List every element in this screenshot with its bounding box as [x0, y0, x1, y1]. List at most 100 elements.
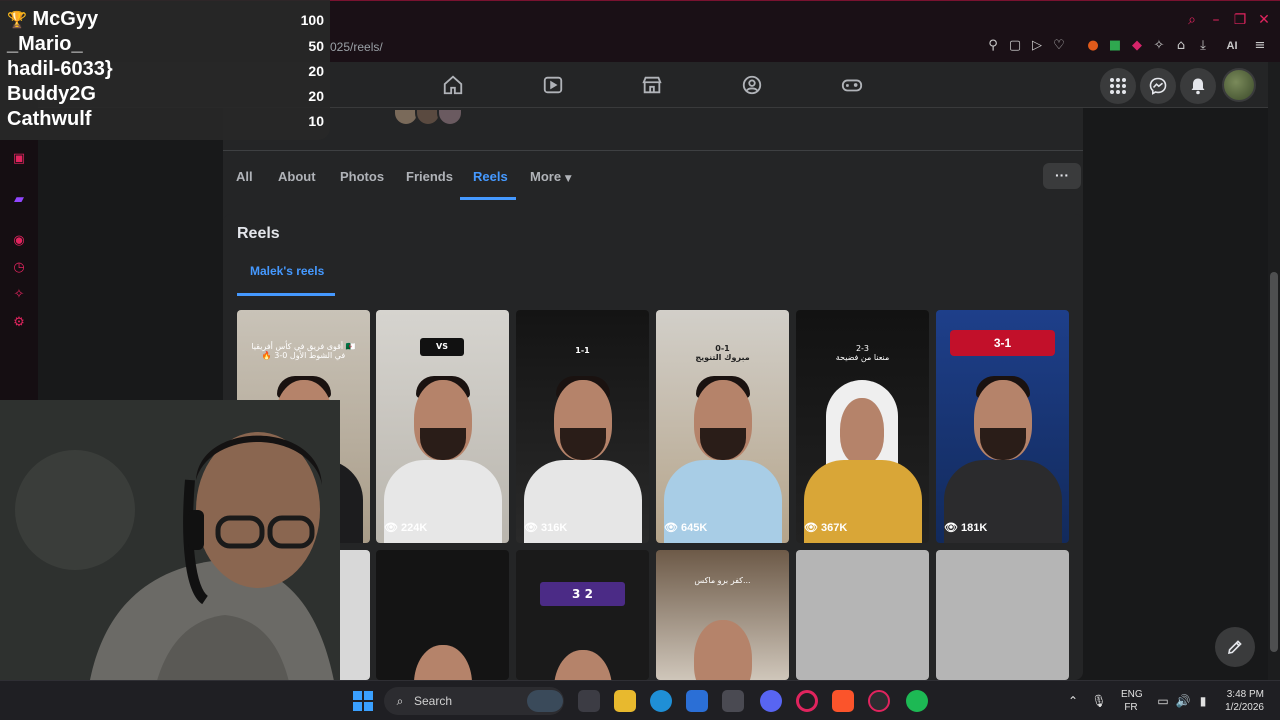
eye-icon: 👁: [664, 521, 678, 534]
language-indicator[interactable]: ENG FR: [1121, 688, 1143, 714]
opera-icon[interactable]: [796, 690, 818, 712]
reel-figure: [554, 650, 612, 680]
snapshot-icon[interactable]: ▢: [1007, 38, 1023, 54]
player-icon[interactable]: ◉: [10, 232, 28, 250]
shield-extension-icon[interactable]: ◆: [1129, 38, 1145, 54]
discord-icon[interactable]: [760, 690, 782, 712]
store-icon[interactable]: [686, 690, 708, 712]
eye-icon: 👁: [804, 521, 818, 534]
reel-views: 👁 181K: [944, 521, 987, 534]
heart-icon[interactable]: ♡: [1051, 38, 1067, 54]
tab-more-label: More: [530, 169, 562, 184]
app-icon[interactable]: [722, 690, 744, 712]
menu-icon[interactable]: ≡: [1252, 38, 1268, 54]
reel-tile[interactable]: 0-1 مبروك التنويج 👁 645K: [656, 310, 789, 543]
groups-icon[interactable]: [741, 74, 763, 96]
tab-friends[interactable]: Friends: [406, 169, 453, 184]
download-icon[interactable]: ⤓: [1195, 38, 1211, 54]
pin-icon[interactable]: ⚲: [985, 38, 1001, 54]
ai-icon[interactable]: AI: [1217, 38, 1247, 54]
reel-tile[interactable]: 3 2: [516, 550, 649, 680]
reel-view-count: 181K: [960, 522, 988, 534]
chevron-up-icon[interactable]: ⌃: [1065, 693, 1081, 709]
windows-taskbar: ⌕ Search ⌃ 🎙 ENG FR ▭ 🔊 ▮ 3:48 PM 1/2/2026: [0, 680, 1280, 720]
reel-tile[interactable]: 1-1 👁 316K: [516, 310, 649, 543]
spotify-icon[interactable]: [906, 690, 928, 712]
leaderboard-name: Cathwulf: [7, 108, 92, 130]
bell-icon[interactable]: [1180, 68, 1216, 104]
play-icon[interactable]: ▷: [1029, 38, 1045, 54]
edge-icon[interactable]: [650, 690, 672, 712]
reel-caption: 3-1: [950, 330, 1055, 356]
video-icon[interactable]: [542, 74, 564, 96]
settings-icon[interactable]: ⚙: [10, 314, 28, 332]
more-options-button[interactable]: ···: [1043, 163, 1081, 189]
volume-icon[interactable]: 🔊: [1175, 693, 1191, 709]
reel-tile[interactable]: [376, 550, 509, 680]
extension-icon[interactable]: ■: [1107, 38, 1123, 54]
reel-views: 👁 316K: [524, 521, 567, 534]
home-icon[interactable]: [442, 74, 464, 96]
reel-caption: 3 2: [540, 582, 625, 606]
brave-icon[interactable]: [832, 690, 854, 712]
gaming-icon[interactable]: [841, 74, 863, 96]
friend-avatar[interactable]: [437, 108, 463, 126]
reel-views: 👁 645K: [664, 521, 707, 534]
network-icon[interactable]: ▭: [1155, 693, 1171, 709]
restore-icon[interactable]: ❐: [1231, 11, 1249, 29]
search-highlight-icon[interactable]: [527, 690, 563, 712]
menu-grid-icon[interactable]: [1100, 68, 1136, 104]
reel-caption: VS: [420, 338, 464, 356]
reel-tile[interactable]: VS 👁 224K: [376, 310, 509, 543]
twitch-icon[interactable]: ▰: [10, 191, 28, 209]
reel-tile[interactable]: 3-1 👁 181K: [936, 310, 1069, 543]
leaderboard-name: McGyy: [32, 8, 99, 30]
puzzle-icon[interactable]: ✧: [1151, 38, 1167, 54]
reel-placeholder[interactable]: [936, 550, 1069, 680]
stream-leaderboard: 🏆 McGyy 100 _Mario_ 50 hadil-6033} 20 Bu…: [0, 0, 330, 140]
file-explorer-icon[interactable]: [614, 690, 636, 712]
minimize-icon[interactable]: –: [1207, 11, 1225, 29]
reel-tile[interactable]: كفر برو ماكس...: [656, 550, 789, 680]
reel-view-count: 367K: [820, 522, 848, 534]
scrollbar-thumb[interactable]: [1270, 272, 1278, 652]
leaderboard-name: hadil-6033}: [7, 58, 113, 80]
messenger-app-icon[interactable]: ▣: [10, 150, 28, 168]
address-bar-url[interactable]: 025/reels/: [330, 40, 383, 54]
marketplace-icon[interactable]: [641, 74, 663, 96]
close-icon[interactable]: ✕: [1255, 11, 1273, 29]
language-top: ENG: [1121, 689, 1143, 700]
edit-icon: [1227, 640, 1242, 655]
battery-icon[interactable]: ▮: [1195, 693, 1211, 709]
subtab-maleks-reels[interactable]: Malek's reels: [250, 264, 324, 278]
history-icon[interactable]: ◷: [10, 259, 28, 277]
reel-views: 👁 224K: [384, 521, 427, 534]
tab-more[interactable]: More ▼: [530, 169, 572, 184]
search-icon: ⌕: [396, 694, 404, 708]
microphone-icon[interactable]: 🎙: [1091, 693, 1107, 709]
leaderboard-score: 50: [308, 38, 324, 54]
reel-caption: 2-3 منعنا من فضيحة: [835, 344, 890, 362]
extensions-icon[interactable]: ✧: [10, 286, 28, 304]
extension-icon[interactable]: ●: [1085, 38, 1101, 54]
search-icon[interactable]: ⌕: [1183, 11, 1201, 29]
tab-photos[interactable]: Photos: [340, 169, 384, 184]
reel-placeholder[interactable]: [796, 550, 929, 680]
messenger-icon[interactable]: [1140, 68, 1176, 104]
task-view-icon[interactable]: [578, 690, 600, 712]
clock-time: 3:48 PM: [1226, 689, 1264, 700]
opera-gx-icon[interactable]: [868, 690, 890, 712]
chevron-down-icon: ▼: [564, 174, 572, 184]
windows-start-icon[interactable]: [352, 690, 374, 712]
tab-about[interactable]: About: [278, 169, 316, 184]
tab-reels[interactable]: Reels: [473, 169, 508, 184]
reel-view-count: 224K: [400, 522, 428, 534]
profile-icon[interactable]: ⌂: [1173, 38, 1189, 54]
reel-tile[interactable]: 2-3 منعنا من فضيحة 👁 367K: [796, 310, 929, 543]
clock[interactable]: 3:48 PM 1/2/2026: [1218, 688, 1264, 714]
compose-button[interactable]: [1215, 627, 1255, 667]
leaderboard-score: 20: [308, 88, 324, 104]
avatar[interactable]: [1222, 68, 1256, 102]
tab-all[interactable]: All: [236, 169, 253, 184]
scrollbar[interactable]: [1268, 62, 1280, 680]
